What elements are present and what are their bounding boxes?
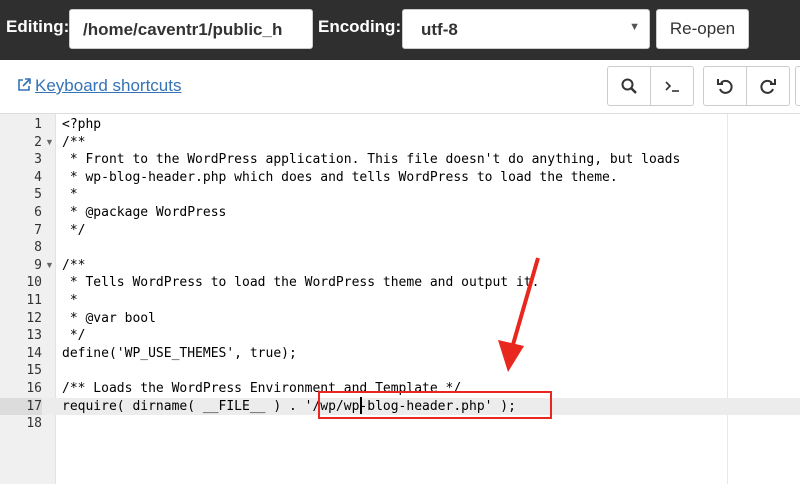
code-line[interactable]: 15: [0, 362, 800, 380]
line-number: 8: [34, 240, 42, 256]
line-number: 4: [34, 169, 42, 185]
file-path-value: /home/caventr1/public_h: [83, 20, 283, 39]
code-text: /**: [62, 257, 86, 273]
code-line[interactable]: 8: [0, 239, 800, 257]
code-text: /**: [62, 134, 86, 150]
editor-header-bar: Editing: /home/caventr1/public_h Encodin…: [0, 0, 800, 60]
code-text: * Tells WordPress to load the WordPress …: [62, 275, 540, 291]
code-editor[interactable]: 1 <?php 2 ▼/** 3 * Front to the WordPress ap…: [0, 113, 800, 484]
code-line[interactable]: 3 * Front to the WordPress application. …: [0, 151, 800, 169]
line-number: 14: [26, 345, 42, 361]
terminal-button[interactable]: [650, 66, 694, 106]
code-text: define('WP_USE_THEMES', true);: [62, 345, 297, 361]
encoding-select[interactable]: utf-8 ▼: [402, 9, 650, 49]
keyboard-shortcuts-link[interactable]: Keyboard shortcuts: [16, 76, 181, 96]
line-number: 16: [26, 381, 42, 396]
code-line[interactable]: 7 */: [0, 222, 800, 240]
line-number: 15: [26, 363, 42, 379]
annotation-highlight-box: [318, 391, 552, 419]
redo-button[interactable]: [746, 66, 790, 106]
line-number: 18: [26, 416, 42, 432]
code-line[interactable]: 14 define('WP_USE_THEMES', true);: [0, 345, 800, 363]
undo-icon: [717, 79, 733, 94]
terminal-icon: [665, 81, 679, 92]
file-path-field[interactable]: /home/caventr1/public_h: [69, 9, 313, 49]
code-text: */: [62, 222, 86, 238]
code-text: *: [62, 293, 78, 308]
line-number: 12: [26, 310, 42, 326]
code-line[interactable]: 12 * @var bool: [0, 310, 800, 328]
code-line[interactable]: 1 <?php: [0, 116, 800, 134]
line-number: 5: [34, 187, 42, 203]
code-line[interactable]: 5 *: [0, 186, 800, 204]
code-line[interactable]: 2 ▼ /**: [0, 134, 800, 152]
code-text: * wp-blog-header.php which does and tell…: [62, 169, 618, 185]
code-text: * Front to the WordPress application. Th…: [62, 152, 681, 168]
redo-icon: [760, 79, 776, 94]
line-number: 7: [34, 222, 42, 238]
search-icon: [621, 78, 637, 94]
line-number: 1: [34, 117, 42, 132]
chevron-down-icon: ▼: [629, 21, 640, 33]
editing-label: Editing:: [6, 17, 70, 36]
code-line[interactable]: 6 * @package WordPress: [0, 204, 800, 222]
line-number: 9: [34, 257, 42, 273]
line-number: 10: [26, 275, 42, 291]
keyboard-shortcuts-label: Keyboard shortcuts: [35, 76, 182, 95]
fold-toggle-icon[interactable]: ▼: [45, 134, 54, 152]
line-number: 2: [34, 134, 42, 150]
line-number: 17: [0, 397, 42, 416]
encoding-label: Encoding:: [318, 17, 402, 36]
line-number: 11: [26, 293, 42, 308]
code-text: <?php: [62, 117, 102, 132]
code-text: * @package WordPress: [62, 205, 227, 220]
code-text: * @var bool: [62, 310, 156, 326]
code-line[interactable]: 13 */: [0, 327, 800, 345]
reopen-button[interactable]: Re-open: [656, 9, 749, 49]
encoding-value: utf-8: [421, 20, 458, 39]
code-line[interactable]: 11 *: [0, 292, 800, 310]
line-number: 13: [26, 328, 42, 344]
line-number: 6: [34, 205, 42, 220]
search-button[interactable]: [607, 66, 651, 106]
code-line[interactable]: 10 * Tells WordPress to load the WordPre…: [0, 274, 800, 292]
external-link-icon: [18, 78, 31, 91]
code-line[interactable]: 4 * wp-blog-header.php which does and te…: [0, 169, 800, 187]
code-text: *: [62, 187, 78, 203]
line-number: 3: [34, 152, 42, 168]
more-button[interactable]: [795, 66, 800, 106]
undo-button[interactable]: [703, 66, 747, 106]
code-text: */: [62, 328, 86, 344]
fold-toggle-icon[interactable]: ▼: [45, 257, 54, 275]
code-line[interactable]: 9 ▼ /**: [0, 257, 800, 275]
